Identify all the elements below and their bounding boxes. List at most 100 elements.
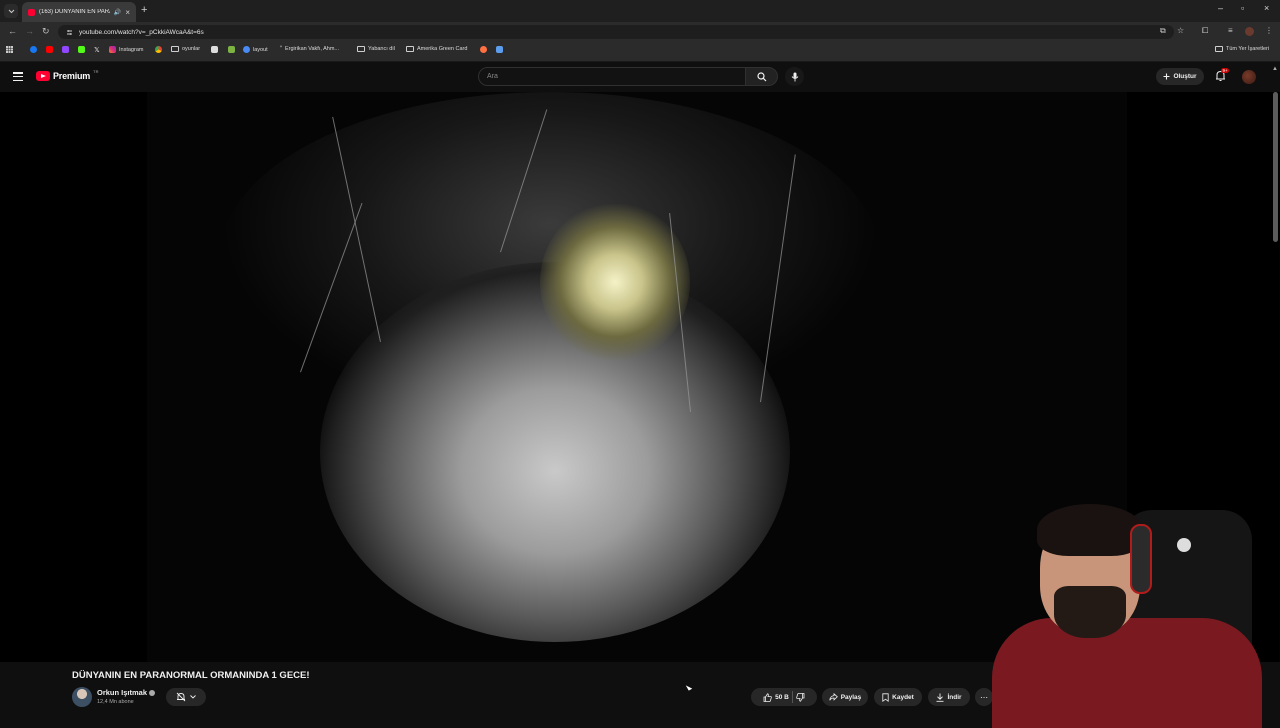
bookmark-label: Ergirikan Vakfı, Ahm... [285, 46, 340, 52]
bookmark-label: Yabancı dil [368, 46, 395, 52]
chrome-menu-icon[interactable]: ⋮ [1265, 26, 1273, 35]
account-avatar[interactable] [1242, 70, 1256, 84]
bookmark-layout[interactable]: layout [243, 46, 268, 53]
subscribed-button[interactable] [166, 688, 206, 706]
facebook-bookmark-icon[interactable] [30, 46, 37, 53]
voice-search-button[interactable] [785, 67, 804, 86]
bookmark-amerika[interactable]: Amerika Green Card [406, 46, 467, 52]
folder-icon [357, 46, 365, 52]
streamer-shirt [992, 618, 1262, 728]
bookmark-label: Instagram [119, 46, 144, 53]
url-text: youtube.com/watch?v=_pCkkiAWcaA&t=6s [79, 28, 204, 36]
save-icon [882, 692, 889, 702]
streamer-beard [1054, 586, 1126, 638]
instagram-icon [109, 46, 116, 53]
save-button[interactable]: Kaydet [874, 688, 922, 706]
bookmark-ergirikan[interactable]: “Ergirikan Vakfı, Ahm... [280, 46, 339, 52]
close-window-icon[interactable]: × [1264, 3, 1269, 13]
forward-icon[interactable]: → [25, 26, 34, 36]
like-count: 50 B [775, 693, 789, 701]
grid-bookmark-icon[interactable] [496, 46, 503, 53]
notification-badge: 9+ [1221, 68, 1230, 73]
gmail-bookmark-icon[interactable] [211, 46, 218, 53]
apps-icon[interactable] [6, 46, 13, 53]
x-bookmark-icon[interactable]: 𝕏 [94, 46, 100, 54]
layout-icon [243, 46, 250, 53]
restore-icon[interactable]: ▫ [1241, 3, 1244, 13]
new-tab-button[interactable]: + [141, 4, 147, 16]
bookmark-oyunlar[interactable]: oyunlar [171, 46, 200, 52]
download-button[interactable]: İndir [928, 688, 970, 706]
headset-icon [1130, 524, 1152, 594]
share-icon [829, 693, 838, 701]
browser-tab-active[interactable]: (163) DÜNYANIN EN PARA... 🔊 × [22, 2, 136, 22]
reload-icon[interactable]: ↻ [42, 26, 50, 37]
create-label: Oluştur [1173, 73, 1197, 80]
webcam-overlay [992, 500, 1280, 728]
channel-name-link[interactable]: Orkun Işıtmak [97, 688, 156, 697]
chair-logo-icon [1177, 538, 1191, 552]
youtube-bookmark-icon[interactable] [46, 46, 53, 53]
share-button[interactable]: Paylaş [822, 688, 868, 706]
like-button[interactable]: 50 B [763, 692, 789, 702]
kick-bookmark-icon[interactable] [78, 46, 85, 53]
bookmark-all[interactable]: Tüm Yer İşaretleri [1215, 46, 1269, 52]
search-input[interactable]: Ara [478, 67, 746, 86]
youtube-logo[interactable]: Premium TR [36, 68, 99, 81]
logo-country: TR [93, 68, 99, 74]
folder-icon [406, 46, 414, 52]
chevron-down-icon [8, 9, 14, 13]
subscriber-count: 12,4 Mn abone [97, 699, 134, 705]
share-label: Paylaş [840, 693, 862, 701]
page-scrollbar[interactable] [1273, 92, 1278, 242]
channel-name: Orkun Işıtmak [97, 688, 148, 697]
bell-off-icon [176, 692, 186, 702]
youtube-logo-icon [36, 71, 50, 81]
extensions-icon[interactable]: ⧠ [1202, 26, 1208, 36]
bookmarks-bar: 𝕏 Instagram oyunlar layout “Ergirikan Va… [0, 42, 1280, 62]
create-button[interactable]: Oluştur [1156, 68, 1204, 85]
video-title: DÜNYANIN EN PARANORMAL ORMANINDA 1 GECE! [72, 670, 310, 681]
back-icon[interactable]: ← [8, 26, 17, 36]
youtube-favicon-icon [28, 8, 35, 16]
reading-list-icon[interactable]: ≡ [1228, 26, 1233, 35]
profile-avatar-icon[interactable] [1245, 27, 1254, 36]
like-icon [763, 692, 772, 702]
more-actions-button[interactable]: ⋯ [975, 688, 993, 706]
bookmark-instagram[interactable]: Instagram [109, 46, 143, 53]
logo-text: Premium [53, 71, 91, 81]
site-info-icon[interactable] [66, 29, 73, 36]
menu-icon[interactable] [13, 72, 23, 81]
bookmark-glyph-icon: “ [280, 46, 282, 52]
download-label: İndir [947, 693, 962, 701]
chevron-down-icon [190, 695, 196, 699]
minimize-icon[interactable]: – [1218, 3, 1223, 13]
address-bar[interactable]: youtube.com/watch?v=_pCkkiAWcaA&t=6s [58, 25, 1174, 39]
twitch-bookmark-icon[interactable] [62, 46, 69, 53]
speaker-icon[interactable]: 🔊 [114, 9, 121, 16]
search-button[interactable] [745, 67, 778, 86]
video-light-glow [540, 202, 690, 362]
mic-icon [791, 72, 798, 81]
tab-search-button[interactable] [4, 4, 18, 18]
save-label: Kaydet [892, 693, 914, 701]
folder-icon [1215, 46, 1223, 52]
folder-icon [171, 46, 179, 52]
dislike-button[interactable] [796, 692, 805, 702]
install-app-icon[interactable]: ⧉ [1160, 26, 1166, 36]
orange-bookmark-icon[interactable] [480, 46, 487, 53]
close-tab-icon[interactable]: × [125, 8, 130, 17]
browser-toolbar: ← → ↻ youtube.com/watch?v=_pCkkiAWcaA&t=… [0, 22, 1280, 42]
verified-icon [149, 689, 156, 696]
green-bookmark-icon[interactable] [228, 46, 235, 53]
search-icon [756, 71, 766, 81]
dislike-icon [796, 692, 805, 702]
bookmark-star-icon[interactable]: ☆ [1177, 26, 1184, 35]
bookmark-yabanci-dil[interactable]: Yabancı dil [357, 46, 395, 52]
bookmark-label: Amerika Green Card [417, 46, 468, 52]
streamer-hair [1037, 504, 1143, 556]
plus-icon [1163, 73, 1170, 80]
channel-avatar[interactable] [72, 687, 92, 707]
scroll-up-arrow[interactable]: ▲ [1272, 66, 1278, 72]
chrome-bookmark-icon[interactable] [155, 46, 162, 53]
